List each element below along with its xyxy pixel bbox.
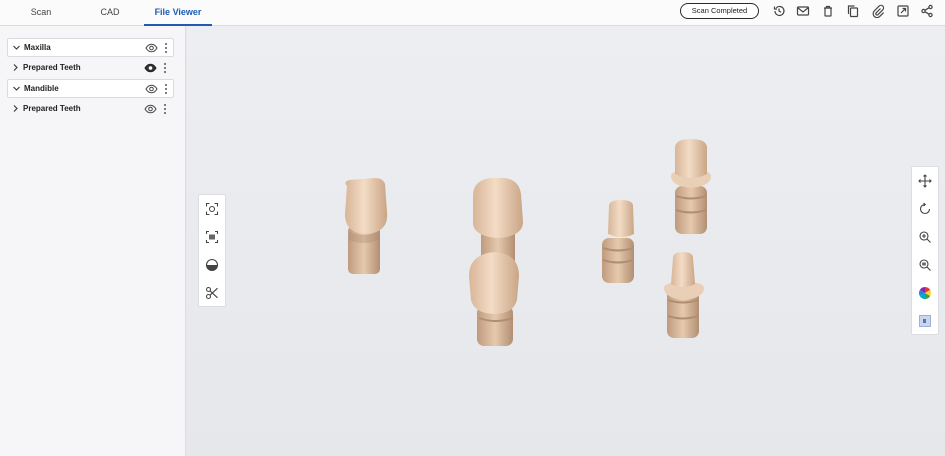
texture-icon[interactable]	[918, 314, 932, 328]
copy-icon[interactable]	[846, 4, 860, 18]
tree-item-prepared-teeth-mandible[interactable]: Prepared Teeth	[7, 100, 174, 119]
frame-select-icon[interactable]	[205, 230, 219, 244]
tree-item-maxilla[interactable]: Maxilla	[7, 38, 174, 57]
history-icon[interactable]	[772, 4, 786, 18]
pan-icon[interactable]	[918, 174, 932, 188]
view-tools-panel	[198, 194, 226, 307]
chevron-right-icon[interactable]	[11, 104, 20, 113]
tab-cad[interactable]: CAD	[80, 0, 140, 26]
tree-item-label: Maxilla	[24, 43, 51, 52]
more-options-icon[interactable]	[163, 42, 169, 54]
more-options-icon[interactable]	[162, 103, 168, 115]
tab-scan[interactable]: Scan	[10, 0, 72, 26]
more-options-icon[interactable]	[162, 62, 168, 74]
chevron-down-icon[interactable]	[12, 43, 21, 52]
export-icon[interactable]	[896, 4, 910, 18]
tree-item-mandible[interactable]: Mandible	[7, 79, 174, 98]
eye-icon[interactable]	[145, 42, 158, 54]
eye-icon[interactable]	[144, 103, 157, 115]
scan-status-badge[interactable]: Scan Completed	[680, 3, 759, 19]
color-map-icon[interactable]	[918, 286, 932, 300]
half-sphere-icon[interactable]	[205, 258, 219, 272]
tooth-model	[345, 178, 388, 274]
eye-icon[interactable]	[145, 83, 158, 95]
tree-item-label: Mandible	[24, 84, 59, 93]
tooth-model	[671, 139, 711, 234]
tree-item-label: Prepared Teeth	[23, 104, 81, 113]
more-options-icon[interactable]	[163, 83, 169, 95]
tooth-model	[664, 252, 704, 338]
attach-icon[interactable]	[871, 4, 885, 18]
scissors-icon[interactable]	[205, 286, 219, 300]
navigation-tools-panel	[911, 166, 939, 335]
tooth-model	[602, 200, 634, 283]
rotate-icon[interactable]	[918, 202, 932, 216]
tab-file-viewer[interactable]: File Viewer	[144, 0, 212, 26]
trash-icon[interactable]	[821, 4, 835, 18]
top-bar: Scan CAD File Viewer Scan Completed	[0, 0, 945, 26]
dental-model-render[interactable]	[187, 26, 945, 456]
mail-icon[interactable]	[796, 4, 810, 18]
tree-item-label: Prepared Teeth	[23, 63, 81, 72]
zoom-area-icon[interactable]	[918, 258, 932, 272]
eye-icon[interactable]	[144, 62, 157, 74]
chevron-down-icon[interactable]	[12, 84, 21, 93]
tree-item-prepared-teeth-maxilla[interactable]: Prepared Teeth	[7, 59, 174, 78]
tooth-model	[469, 252, 519, 346]
chevron-right-icon[interactable]	[11, 63, 20, 72]
share-icon[interactable]	[920, 4, 934, 18]
zoom-in-icon[interactable]	[918, 230, 932, 244]
fit-view-icon[interactable]	[205, 202, 219, 216]
